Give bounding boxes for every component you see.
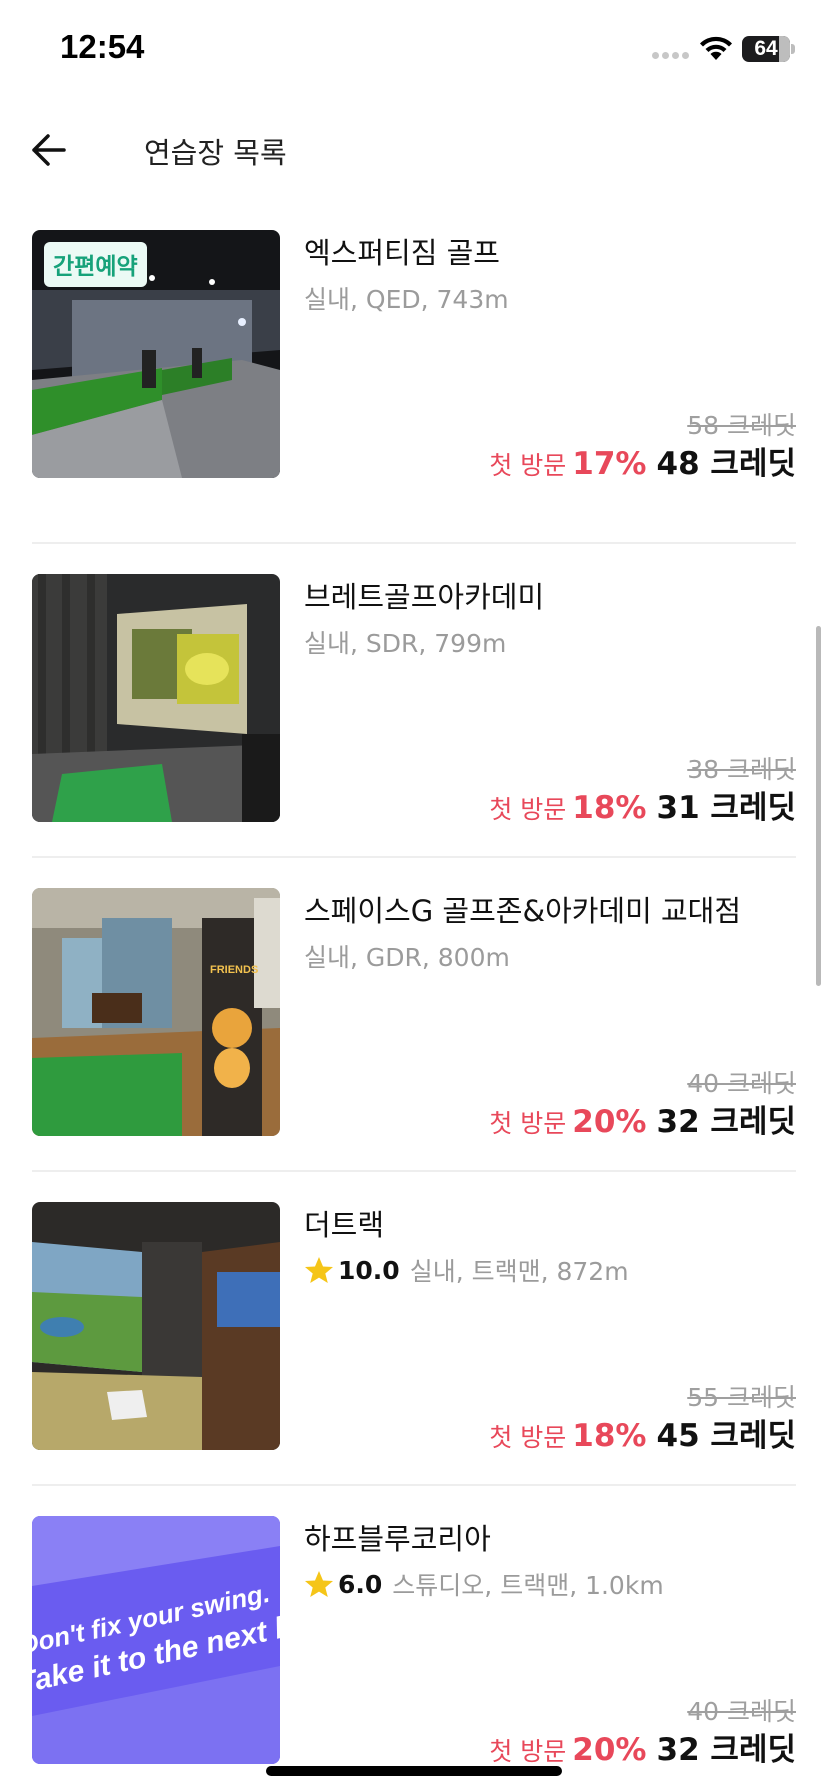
discount-percent: 20% (572, 1732, 647, 1768)
battery-icon: 64 (742, 36, 790, 62)
range-meta: 6.0 스튜디오, 트랙맨, 1.0km (304, 1566, 664, 1602)
range-photo: Don't fix your swing. Take it to the nex… (32, 1516, 280, 1764)
original-price: 38 크레딧 (687, 755, 796, 784)
discount-percent: 18% (572, 1418, 647, 1454)
back-button[interactable] (30, 128, 80, 172)
signal-dots-icon (652, 52, 689, 59)
range-name: 스페이스G 골프존&아카데미 교대점 (304, 894, 742, 928)
range-meta: 실내, QED, 743m (304, 280, 509, 316)
home-indicator[interactable] (266, 1766, 562, 1776)
range-meta-text: 스튜디오, 트랙맨, 1.0km (392, 1571, 664, 1600)
range-name: 엑스퍼티짐 골프 (304, 236, 500, 270)
rating-value: 10.0 (338, 1255, 400, 1285)
scrollbar[interactable] (816, 626, 821, 986)
arrow-left-icon (32, 134, 66, 166)
discount-percent: 18% (572, 790, 647, 826)
range-item[interactable]: 간편예약 엑스퍼티짐 골프 실내, QED, 743m 58 크레딧 첫 방문 … (32, 230, 796, 544)
status-bar: 12:54 64 (0, 0, 828, 100)
final-price: 31 크레딧 (656, 790, 797, 826)
header: 연습장 목록 (0, 110, 828, 190)
range-item[interactable]: Don't fix your swing. Take it to the nex… (32, 1486, 796, 1792)
final-price: 32 크레딧 (656, 1732, 797, 1768)
first-visit-label: 첫 방문 (489, 451, 567, 480)
battery-cap (791, 44, 795, 54)
range-photo (32, 1202, 280, 1450)
range-meta-text: 실내, SDR, 799m (304, 629, 507, 658)
range-meta-text: 실내, QED, 743m (304, 285, 509, 314)
discount-percent: 20% (572, 1104, 647, 1140)
range-meta-text: 실내, GDR, 800m (304, 943, 510, 972)
range-meta-text: 실내, 트랙맨, 872m (409, 1257, 629, 1286)
range-name: 하프블루코리아 (304, 1522, 491, 1556)
range-meta: 10.0 실내, 트랙맨, 872m (304, 1252, 629, 1288)
price-line: 첫 방문 20% 32 크레딧 (489, 1724, 796, 1769)
price-line: 첫 방문 17% 48 크레딧 (489, 438, 796, 483)
range-photo (32, 574, 280, 822)
original-price: 55 크레딧 (687, 1383, 796, 1412)
wifi-icon (700, 36, 732, 60)
friends-standee-text: FRIENDS (210, 964, 258, 976)
original-price: 40 크레딧 (687, 1697, 796, 1726)
rating-value: 6.0 (338, 1569, 383, 1599)
price-line: 첫 방문 18% 45 크레딧 (489, 1410, 796, 1455)
range-meta: 실내, SDR, 799m (304, 624, 506, 660)
final-price: 32 크레딧 (656, 1104, 797, 1140)
range-name: 더트랙 (304, 1208, 385, 1242)
range-list: 간편예약 엑스퍼티짐 골프 실내, QED, 743m 58 크레딧 첫 방문 … (32, 230, 796, 1792)
range-name: 브레트골프아카데미 (304, 580, 545, 614)
battery-level: 64 (754, 37, 778, 60)
page-title: 연습장 목록 (144, 136, 287, 170)
first-visit-label: 첫 방문 (489, 1109, 567, 1138)
status-time: 12:54 (60, 28, 145, 65)
quick-booking-badge: 간편예약 (44, 242, 147, 287)
range-photo: 간편예약 (32, 230, 280, 478)
price-line: 첫 방문 18% 31 크레딧 (489, 782, 796, 827)
range-meta: 실내, GDR, 800m (304, 938, 510, 974)
final-price: 45 크레딧 (656, 1418, 797, 1454)
final-price: 48 크레딧 (656, 446, 797, 482)
first-visit-label: 첫 방문 (489, 795, 567, 824)
range-item[interactable]: 더트랙 10.0 실내, 트랙맨, 872m 55 크레딧 첫 방문 18% 4… (32, 1172, 796, 1486)
range-photo: FRIENDS (32, 888, 280, 1136)
original-price: 58 크레딧 (687, 411, 796, 440)
range-item[interactable]: FRIENDS 스페이스G 골프존&아카데미 교대점 실내, GDR, 800m… (32, 858, 796, 1172)
discount-percent: 17% (572, 446, 647, 482)
first-visit-label: 첫 방문 (489, 1423, 567, 1452)
original-price: 40 크레딧 (687, 1069, 796, 1098)
star-icon (305, 1257, 333, 1283)
price-line: 첫 방문 20% 32 크레딧 (489, 1096, 796, 1141)
first-visit-label: 첫 방문 (489, 1737, 567, 1766)
range-item[interactable]: 브레트골프아카데미 실내, SDR, 799m 38 크레딧 첫 방문 18% … (32, 544, 796, 858)
star-icon (305, 1571, 333, 1597)
screen: 12:54 64 연습장 목록 간편예약 엑스퍼티짐 골프 실내, QED, 7… (0, 0, 828, 1792)
